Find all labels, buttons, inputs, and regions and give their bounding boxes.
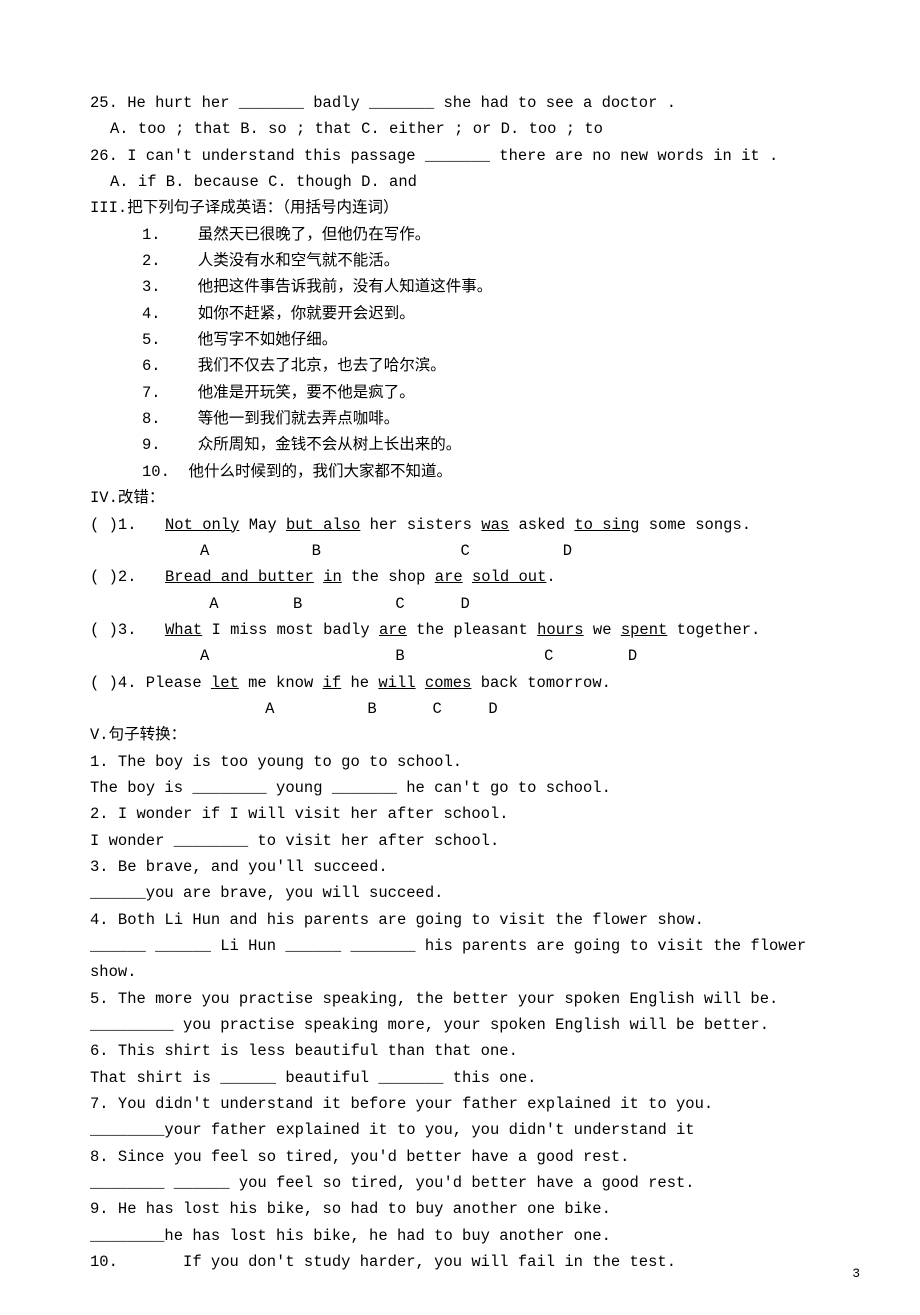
underlined: comes — [425, 674, 472, 692]
text: together. — [667, 621, 760, 639]
worksheet-page: 25. He hurt her _______ badly _______ sh… — [0, 0, 920, 1315]
pair-b: ________your father explained it to you,… — [90, 1117, 830, 1143]
underlined: Not only — [165, 516, 239, 534]
list-item: 7. 他准是开玩笑，要不他是疯了。 — [142, 380, 830, 406]
section-iii-heading: III.把下列句子译成英语：（用括号内连词） — [90, 195, 830, 221]
paren-blank[interactable]: ( )3. — [90, 617, 165, 643]
error-letters: A B C D — [90, 591, 830, 617]
error-letters: A B C D — [90, 538, 830, 564]
underlined: are — [379, 621, 407, 639]
pair-a: 3. Be brave, and you'll succeed. — [90, 854, 830, 880]
list-item: 5. 他写字不如她仔细。 — [142, 327, 830, 353]
q25-stem: 25. He hurt her _______ badly _______ sh… — [90, 90, 830, 116]
page-number: 3 — [852, 1263, 860, 1285]
pair-b: I wonder ________ to visit her after sch… — [90, 828, 830, 854]
pair-b: ________he has lost his bike, he had to … — [90, 1223, 830, 1249]
paren-blank[interactable]: ( )1. — [90, 512, 165, 538]
list-item: 4. 如你不赶紧，你就要开会迟到。 — [142, 301, 830, 327]
text: we — [584, 621, 621, 639]
pair-a: 9. He has lost his bike, so had to buy a… — [90, 1196, 830, 1222]
list-item: 9. 众所周知，金钱不会从树上长出来的。 — [142, 432, 830, 458]
error-item: ( )2. Bread and butter in the shop are s… — [90, 564, 830, 590]
list-item: 1. 虽然天已很晚了，但他仍在写作。 — [142, 222, 830, 248]
underlined: Bread and butter — [165, 568, 314, 586]
list-item: 3. 他把这件事告诉我前，没有人知道这件事。 — [142, 274, 830, 300]
pair-b: That shirt is ______ beautiful _______ t… — [90, 1065, 830, 1091]
error-item: ( )4. Please let me know if he will come… — [90, 670, 830, 696]
pair-a: 1. The boy is too young to go to school. — [90, 749, 830, 775]
pair-a: 2. I wonder if I will visit her after sc… — [90, 801, 830, 827]
underlined: if — [323, 674, 342, 692]
q26-choices: A. if B. because C. though D. and — [90, 169, 830, 195]
text: the shop — [342, 568, 435, 586]
section-v-heading: V.句子转换： — [90, 722, 830, 748]
text: asked — [509, 516, 574, 534]
underlined: let — [211, 674, 239, 692]
section-iv-heading: IV.改错： — [90, 485, 830, 511]
pair-b: _________ you practise speaking more, yo… — [90, 1012, 830, 1038]
list-item: 10. 他什么时候到的，我们大家都不知道。 — [142, 459, 830, 485]
text — [463, 568, 472, 586]
paren-blank[interactable]: ( )4. Please — [90, 674, 211, 692]
underlined: to sing — [574, 516, 639, 534]
text: me know — [239, 674, 323, 692]
pair-b: ________ ______ you feel so tired, you'd… — [90, 1170, 830, 1196]
error-item: ( )1. Not only May but also her sisters … — [90, 512, 830, 538]
pair-b: The boy is ________ young _______ he can… — [90, 775, 830, 801]
paren-blank[interactable]: ( )2. — [90, 564, 165, 590]
pair-a: 6. This shirt is less beautiful than tha… — [90, 1038, 830, 1064]
error-letters: A B C D — [90, 643, 830, 669]
text — [314, 568, 323, 586]
pair-a: 10. If you don't study harder, you will … — [90, 1249, 830, 1275]
pair-b: ______you are brave, you will succeed. — [90, 880, 830, 906]
text: her sisters — [360, 516, 481, 534]
underlined: spent — [621, 621, 668, 639]
list-item: 6. 我们不仅去了北京，也去了哈尔滨。 — [142, 353, 830, 379]
text — [416, 674, 425, 692]
text: some songs. — [639, 516, 751, 534]
section-iii-list: 1. 虽然天已很晚了，但他仍在写作。 2. 人类没有水和空气就不能活。 3. 他… — [90, 222, 830, 485]
text: back tomorrow. — [471, 674, 611, 692]
pair-b: ______ ______ Li Hun ______ _______ his … — [90, 933, 830, 986]
pair-a: 7. You didn't understand it before your … — [90, 1091, 830, 1117]
pair-a: 5. The more you practise speaking, the b… — [90, 986, 830, 1012]
underlined: will — [378, 674, 415, 692]
underlined: What — [165, 621, 202, 639]
underlined: are — [435, 568, 463, 586]
text: he — [341, 674, 378, 692]
underlined: sold out — [472, 568, 546, 586]
text: I miss most badly — [202, 621, 379, 639]
q26-stem: 26. I can't understand this passage ____… — [90, 143, 830, 169]
q25-choices: A. too ; that B. so ; that C. either ; o… — [90, 116, 830, 142]
underlined: was — [481, 516, 509, 534]
error-letters: A B C D — [90, 696, 830, 722]
pair-a: 8. Since you feel so tired, you'd better… — [90, 1144, 830, 1170]
pair-a: 4. Both Li Hun and his parents are going… — [90, 907, 830, 933]
error-item: ( )3. What I miss most badly are the ple… — [90, 617, 830, 643]
text: . — [546, 568, 555, 586]
text: the pleasant — [407, 621, 537, 639]
list-item: 2. 人类没有水和空气就不能活。 — [142, 248, 830, 274]
text: May — [239, 516, 286, 534]
underlined: in — [323, 568, 342, 586]
underlined: hours — [537, 621, 584, 639]
list-item: 8. 等他一到我们就去弄点咖啡。 — [142, 406, 830, 432]
underlined: but also — [286, 516, 360, 534]
